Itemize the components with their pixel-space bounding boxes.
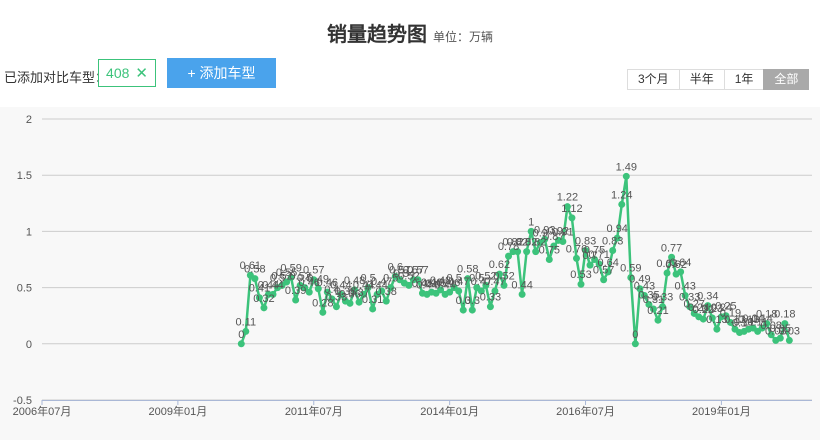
data-point	[523, 248, 531, 256]
data-point	[332, 303, 340, 311]
data-label: 0.03	[779, 325, 800, 337]
data-label: 0.3	[465, 295, 480, 307]
x-tick-label: 2016年07月	[556, 404, 615, 418]
data-label: 0.59	[620, 262, 641, 274]
chart-title-row: 销量趋势图 单位：万辆	[0, 18, 820, 47]
data-label: 0.38	[376, 286, 397, 298]
range-3-months-button[interactable]: 3个月	[627, 69, 680, 90]
data-label: 0.94	[607, 223, 628, 235]
data-label: 0.77	[661, 242, 682, 254]
data-label: 1.24	[611, 189, 632, 201]
data-label: 0.64	[670, 257, 691, 269]
x-tick-label: 2006年07月	[13, 404, 72, 418]
data-label: 1.12	[561, 203, 582, 215]
data-point	[459, 306, 467, 314]
compare-model-name: 408	[106, 65, 130, 81]
y-tick-label: 1.5	[17, 170, 32, 182]
data-label: 0.83	[602, 236, 623, 248]
data-point	[545, 256, 553, 263]
remove-model-icon[interactable]: ✕	[135, 66, 148, 81]
data-label: 0	[238, 329, 244, 341]
data-point	[486, 303, 494, 311]
data-label: 0.47	[448, 276, 469, 288]
data-label: 1.22	[557, 192, 578, 204]
data-label: 0	[632, 329, 638, 341]
data-point	[785, 336, 793, 344]
data-label: 0.11	[236, 316, 257, 328]
x-tick-label: 2014年01月	[420, 404, 479, 418]
y-tick-label: 2	[26, 114, 32, 126]
data-label: 0.91	[552, 227, 573, 239]
x-tick-label: 2009年01月	[149, 404, 208, 418]
data-label: 1.49	[616, 161, 637, 173]
data-point	[382, 297, 390, 305]
compare-label: 已添加对比车型：	[4, 70, 109, 85]
data-label: 0.75	[539, 245, 560, 257]
data-point	[577, 280, 585, 288]
data-point	[369, 305, 377, 313]
data-label: 0.33	[652, 292, 673, 304]
compare-model-tag[interactable]: 408 ✕	[98, 59, 156, 87]
range-all-button[interactable]: 全部	[763, 69, 810, 90]
data-label: 0.33	[480, 292, 501, 304]
sales-trend-chart: -0.500.511.522006年07月 2009年01月 2011年07月 201…	[13, 114, 812, 418]
data-point	[572, 254, 580, 262]
range-half-year-button[interactable]: 半年	[678, 69, 725, 90]
x-tick-label: 2011年07月	[285, 404, 343, 418]
data-label: 0.64	[597, 257, 618, 269]
chart-title: 销量趋势图	[326, 24, 427, 46]
data-point	[609, 247, 617, 255]
data-point	[622, 172, 630, 180]
data-label: 0.58	[244, 264, 265, 276]
data-label: 0.21	[647, 305, 668, 317]
range-1-year-button[interactable]: 1年	[723, 69, 765, 90]
y-tick-label: 1	[26, 226, 32, 238]
data-point	[618, 200, 626, 208]
data-label: 0.44	[511, 279, 532, 291]
data-label: 0.32	[253, 293, 274, 305]
data-point	[346, 299, 354, 307]
data-point	[468, 306, 476, 314]
data-point	[292, 296, 300, 304]
data-label: 0.53	[570, 269, 591, 281]
x-tick-label: 2019年01月	[692, 404, 751, 418]
plot-area: -0.5 0 0.5 1 1.5 2 2006年07月 2009年01月 2011年07月 201…	[0, 107, 820, 440]
data-point	[260, 304, 268, 312]
unit-label: 单位：万辆	[432, 30, 493, 44]
add-model-button[interactable]: + 添加车型	[167, 58, 276, 88]
data-label: 0.43	[674, 280, 695, 292]
data-point	[654, 316, 662, 324]
data-point	[600, 276, 608, 284]
data-label: 0.62	[489, 259, 510, 271]
data-point	[631, 340, 639, 348]
range-selector: 3个月 半年 1年 全部	[627, 69, 810, 90]
data-label: 0.57	[407, 265, 428, 277]
data-point	[518, 290, 526, 298]
y-tick-label: 0.5	[17, 283, 32, 295]
data-point	[305, 288, 313, 296]
data-label: 0.18	[774, 309, 795, 321]
y-tick-label: 0	[26, 339, 32, 351]
data-point	[713, 325, 721, 333]
data-point	[319, 308, 327, 316]
data-point	[568, 214, 576, 222]
data-point	[237, 340, 245, 348]
